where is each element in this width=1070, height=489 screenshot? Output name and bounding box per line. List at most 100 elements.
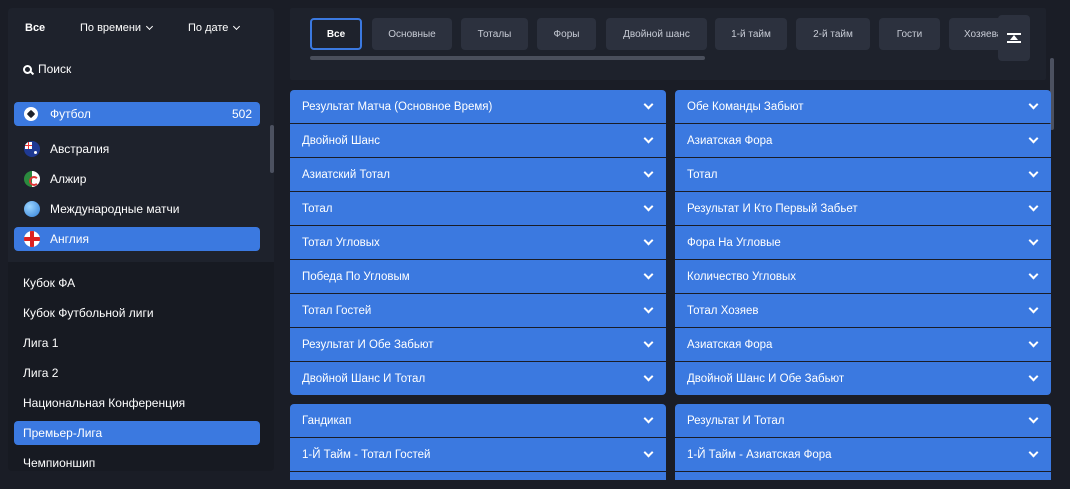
filter-by-time-label: По времени	[80, 22, 142, 34]
tab-label: 2-й тайм	[813, 28, 853, 40]
tab-double-chance[interactable]: Двойной шанс	[606, 18, 707, 50]
market-title: Результат Матча (Основное Время)	[302, 100, 493, 113]
market-header[interactable]: Двойной Шанс	[290, 124, 666, 157]
sport-item-football[interactable]: Футбол 502	[14, 102, 260, 126]
market-title: Азиатская Фора	[687, 338, 773, 351]
chevron-down-icon	[643, 337, 654, 348]
tab-label: Все	[326, 28, 346, 40]
filter-all-button[interactable]: Все	[25, 22, 45, 34]
market-header[interactable]: Азиатская Фора	[675, 124, 1051, 157]
market-header-partial[interactable]	[675, 472, 1051, 480]
tab-second-half[interactable]: 2-й тайм	[796, 18, 870, 50]
chevron-down-icon	[1028, 167, 1039, 178]
tab-away[interactable]: Гости	[879, 18, 940, 50]
market-header[interactable]: Гандикап	[290, 404, 666, 437]
league-list: Кубок ФА Кубок Футбольной лиги Лига 1 Ли…	[8, 262, 274, 471]
league-item[interactable]: Чемпионшип	[14, 451, 260, 471]
market-title: Гандикап	[302, 414, 352, 427]
market-header-partial[interactable]	[290, 472, 666, 480]
tab-totals[interactable]: Тоталы	[461, 18, 528, 50]
country-label: Алжир	[50, 172, 87, 186]
league-item[interactable]: Кубок Футбольной лиги	[14, 301, 260, 325]
market-header[interactable]: Победа По Угловым	[290, 260, 666, 293]
country-item-international[interactable]: Международные матчи	[14, 197, 260, 221]
market-header[interactable]: Количество Угловых	[675, 260, 1051, 293]
market-tabs-bar: Все Основные Тоталы Форы Двойной шанс 1-…	[290, 8, 1046, 80]
tab-handicaps[interactable]: Форы	[537, 18, 596, 50]
league-item[interactable]: Национальная Конференция	[14, 391, 260, 415]
market-title: Тотал	[302, 202, 333, 215]
chevron-down-icon	[643, 133, 654, 144]
market-title: Двойной Шанс	[302, 134, 380, 147]
chevron-down-icon	[1028, 371, 1039, 382]
market-header[interactable]: Результат И Тотал	[675, 404, 1051, 437]
market-header[interactable]: Результат Матча (Основное Время)	[290, 90, 666, 123]
football-icon	[24, 107, 38, 121]
league-item[interactable]: Кубок ФА	[14, 271, 260, 295]
search-label: Поиск	[38, 62, 72, 76]
league-label: Национальная Конференция	[23, 396, 186, 410]
country-item-algeria[interactable]: Алжир	[14, 167, 260, 191]
market-header[interactable]: Азиатская Фора	[675, 328, 1051, 361]
market-header[interactable]: Двойной Шанс И Тотал	[290, 362, 666, 395]
market-title: Результат И Кто Первый Забьет	[687, 202, 858, 215]
tab-label: Основные	[388, 28, 436, 40]
chevron-down-icon	[1028, 337, 1039, 348]
market-title: Тотал	[687, 168, 718, 181]
sport-name: Футбол	[50, 107, 91, 121]
league-item-active[interactable]: Премьер-Лига	[14, 421, 260, 445]
market-title: Двойной Шанс И Обе Забьют	[687, 372, 845, 385]
country-item-australia[interactable]: Австралия	[14, 137, 260, 161]
market-header[interactable]: Двойной Шанс И Обе Забьют	[675, 362, 1051, 395]
league-item[interactable]: Лига 2	[14, 361, 260, 385]
market-title: Количество Угловых	[687, 270, 797, 283]
league-label: Премьер-Лига	[23, 426, 103, 440]
tabs-scrollbar[interactable]	[310, 56, 705, 60]
market-header[interactable]: Тотал Хозяев	[675, 294, 1051, 327]
tab-first-half[interactable]: 1-й тайм	[715, 18, 787, 50]
market-header[interactable]: Результат И Кто Первый Забьет	[675, 192, 1051, 225]
tab-label: Форы	[553, 28, 580, 40]
chevron-down-icon	[1028, 201, 1039, 212]
chevron-down-icon	[1028, 133, 1039, 144]
chevron-down-icon	[146, 22, 154, 31]
chevron-down-icon	[1028, 303, 1039, 314]
chevron-down-icon	[1028, 413, 1039, 424]
chevron-down-icon	[643, 303, 654, 314]
chevron-down-icon	[1028, 235, 1039, 246]
sidebar-scrollbar[interactable]	[270, 125, 274, 173]
market-header[interactable]: Результат И Обе Забьют	[290, 328, 666, 361]
market-title: Результат И Обе Забьют	[302, 338, 434, 351]
filter-by-date-dropdown[interactable]: По дате	[188, 22, 241, 34]
market-header[interactable]: Тотал	[290, 192, 666, 225]
country-item-england[interactable]: Англия	[14, 227, 260, 251]
market-title: Азиатский Тотал	[302, 168, 390, 181]
globe-icon	[24, 201, 40, 217]
filter-all-label: Все	[25, 22, 46, 34]
market-header[interactable]: Обе Команды Забьют	[675, 90, 1051, 123]
market-header[interactable]: Тотал Угловых	[290, 226, 666, 259]
chevron-down-icon	[643, 447, 654, 458]
league-label: Кубок ФА	[23, 276, 76, 290]
search-button[interactable]: Поиск	[23, 62, 71, 76]
filter-by-date-label: По дате	[188, 22, 229, 34]
tab-main[interactable]: Основные	[372, 18, 452, 50]
tab-label: 1-й тайм	[731, 28, 771, 40]
league-item[interactable]: Лига 1	[14, 331, 260, 355]
collapse-all-button[interactable]	[998, 15, 1030, 61]
country-label: Австралия	[50, 142, 110, 156]
filter-by-time-dropdown[interactable]: По времени	[80, 22, 154, 34]
market-header[interactable]: Тотал	[675, 158, 1051, 191]
market-header[interactable]: Азиатский Тотал	[290, 158, 666, 191]
market-header[interactable]: 1-Й Тайм - Тотал Гостей	[290, 438, 666, 471]
market-title: 1-Й Тайм - Тотал Гостей	[302, 448, 431, 461]
market-title: 1-Й Тайм - Азиатская Фора	[687, 448, 832, 461]
tab-label: Хозяева	[964, 28, 1003, 40]
market-header[interactable]: Фора На Угловые	[675, 226, 1051, 259]
tab-all[interactable]: Все	[310, 18, 362, 50]
market-title: Обе Команды Забьют	[687, 100, 804, 113]
market-header[interactable]: Тотал Гостей	[290, 294, 666, 327]
chevron-down-icon	[643, 167, 654, 178]
market-header[interactable]: 1-Й Тайм - Азиатская Фора	[675, 438, 1051, 471]
market-title: Азиатская Фора	[687, 134, 773, 147]
